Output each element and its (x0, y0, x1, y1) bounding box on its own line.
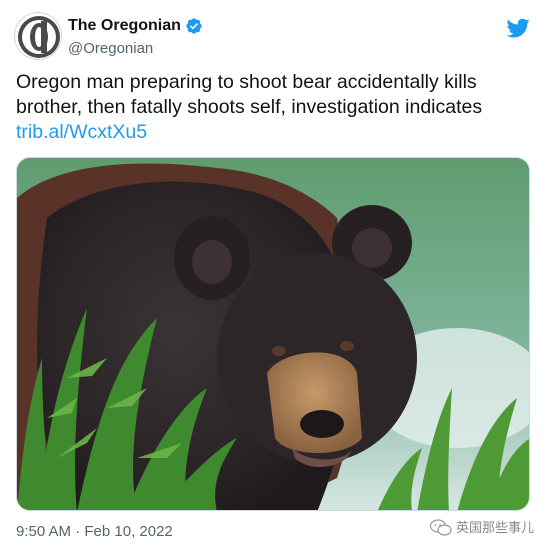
tweet-text: Oregon man preparing to shoot bear accid… (16, 70, 536, 145)
author-display-name[interactable]: The Oregonian (68, 16, 203, 36)
wechat-icon (429, 519, 452, 536)
tweet-text-line-2: brother, then fatally shoots self, inves… (16, 96, 483, 118)
watermark-text: 英国那些事儿 (455, 520, 534, 535)
tweet-text-line-1: Oregon man preparing to shoot bear accid… (16, 71, 477, 93)
tweet-photo[interactable] (16, 157, 530, 511)
tweet-timestamp[interactable]: 9:50 AM · Feb 10, 2022 (16, 522, 173, 542)
display-name-text[interactable]: The Oregonian (68, 16, 181, 36)
author-handle[interactable]: @Oregonian (68, 39, 203, 59)
verified-badge-icon (186, 18, 202, 34)
oregonian-avatar[interactable] (14, 12, 62, 60)
bear-photo-image (17, 158, 529, 510)
watermark: 英国那些事儿 (429, 518, 534, 538)
oregonian-logo-icon (18, 16, 60, 58)
tweet-header: The Oregonian @Oregonian (14, 12, 534, 62)
author-names: The Oregonian @Oregonian (68, 16, 203, 59)
twitter-bird-icon[interactable] (506, 16, 530, 40)
tweet-link[interactable]: trib.al/WcxtXu5 (16, 120, 536, 145)
